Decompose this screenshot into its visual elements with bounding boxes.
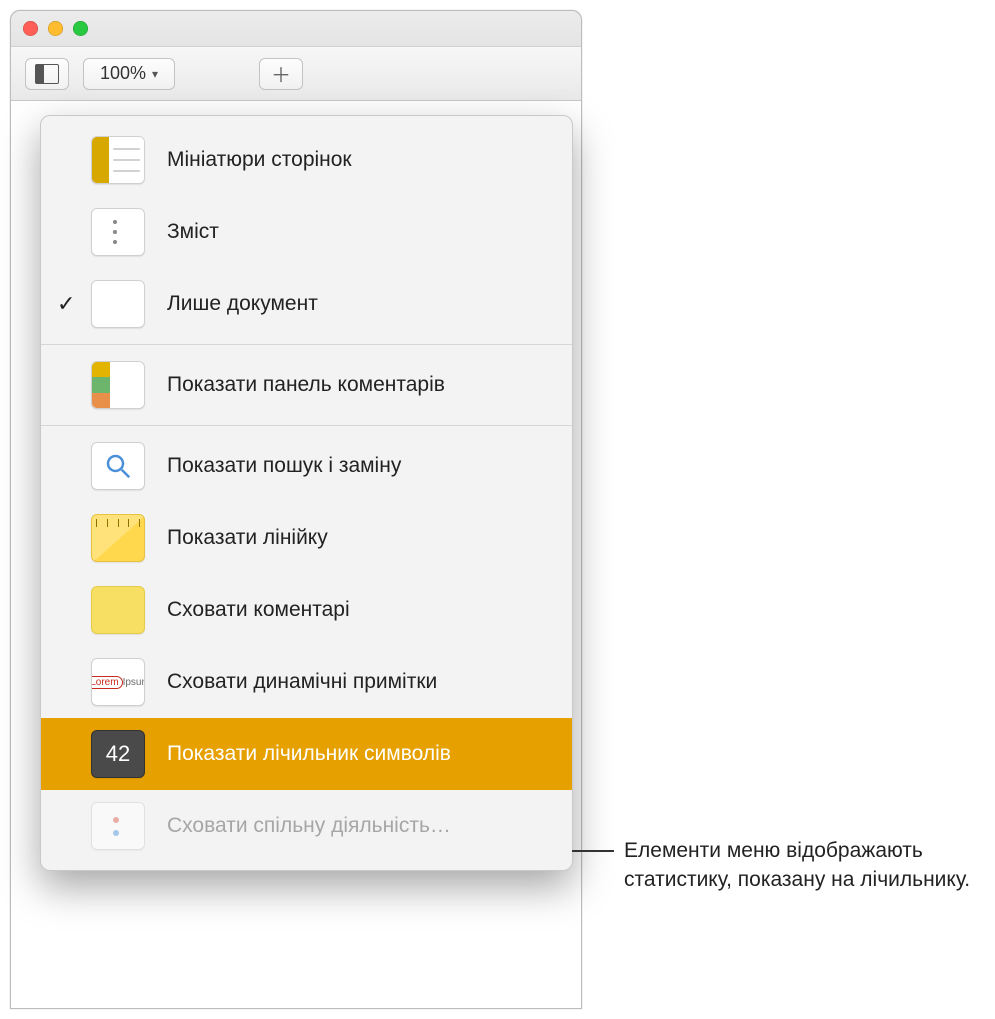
ruler-icon [91, 514, 145, 562]
menu-item-document-only[interactable]: ✓ Лише документ [41, 268, 572, 340]
menu-item-label: Показати лічильник символів [167, 742, 451, 766]
callout-text: Елементи меню відображають статистику, п… [614, 836, 984, 895]
titlebar [11, 11, 581, 47]
close-window-button[interactable] [23, 21, 38, 36]
toolbar: 100% ▾ ＋ [11, 47, 581, 101]
comment-icon [91, 586, 145, 634]
chevron-down-icon: ▾ [152, 67, 158, 81]
menu-item-label: Мініатюри сторінок [167, 148, 352, 172]
annotation-callout: Елементи меню відображають статистику, п… [572, 836, 984, 895]
minimize-window-button[interactable] [48, 21, 63, 36]
menu-item-page-thumbnails[interactable]: Мініатюри сторінок [41, 124, 572, 196]
menu-item-label: Показати лінійку [167, 526, 328, 550]
thumbnails-icon [91, 136, 145, 184]
zoom-dropdown[interactable]: 100% ▾ [83, 58, 175, 90]
zoom-window-button[interactable] [73, 21, 88, 36]
view-menu-popup: Мініатюри сторінок Зміст ✓ Лише документ… [40, 115, 573, 871]
sidebar-icon [35, 64, 59, 84]
menu-item-show-word-count[interactable]: 42 Показати лічильник символів [41, 718, 572, 790]
menu-item-label: Показати пошук і заміну [167, 454, 401, 478]
menu-item-label: Лише документ [167, 292, 318, 316]
lorem-icon: LoremIpsum [91, 658, 145, 706]
plus-icon: ＋ [271, 59, 291, 88]
menu-item-table-of-contents[interactable]: Зміст [41, 196, 572, 268]
menu-item-hide-comments[interactable]: Сховати коментарі [41, 574, 572, 646]
view-menu-button[interactable] [25, 58, 69, 90]
search-icon [91, 442, 145, 490]
checkmark-icon: ✓ [57, 291, 75, 317]
menu-item-label: Сховати динамічні примітки [167, 670, 437, 694]
menu-item-show-find-replace[interactable]: Показати пошук і заміну [41, 430, 572, 502]
menu-item-label: Сховати спільну діяльність… [167, 814, 451, 838]
toc-icon [91, 208, 145, 256]
menu-item-label: Зміст [167, 220, 219, 244]
menu-item-show-comments-pane[interactable]: Показати панель коментарів [41, 349, 572, 421]
activity-icon [91, 802, 145, 850]
menu-item-label: Сховати коментарі [167, 598, 350, 622]
menu-item-label: Показати панель коментарів [167, 373, 445, 397]
menu-item-show-ruler[interactable]: Показати лінійку [41, 502, 572, 574]
menu-item-hide-collaboration-activity: Сховати спільну діяльність… [41, 790, 572, 862]
word-count-icon: 42 [91, 730, 145, 778]
menu-separator [41, 425, 572, 426]
document-icon [91, 280, 145, 328]
count-badge-value: 42 [106, 741, 130, 767]
window-controls [23, 21, 88, 36]
callout-leader-line [572, 850, 614, 852]
zoom-value: 100% [100, 63, 146, 84]
menu-item-hide-smart-annotations[interactable]: LoremIpsum Сховати динамічні примітки [41, 646, 572, 718]
menu-separator [41, 344, 572, 345]
comments-pane-icon [91, 361, 145, 409]
add-page-button[interactable]: ＋ [259, 58, 303, 90]
